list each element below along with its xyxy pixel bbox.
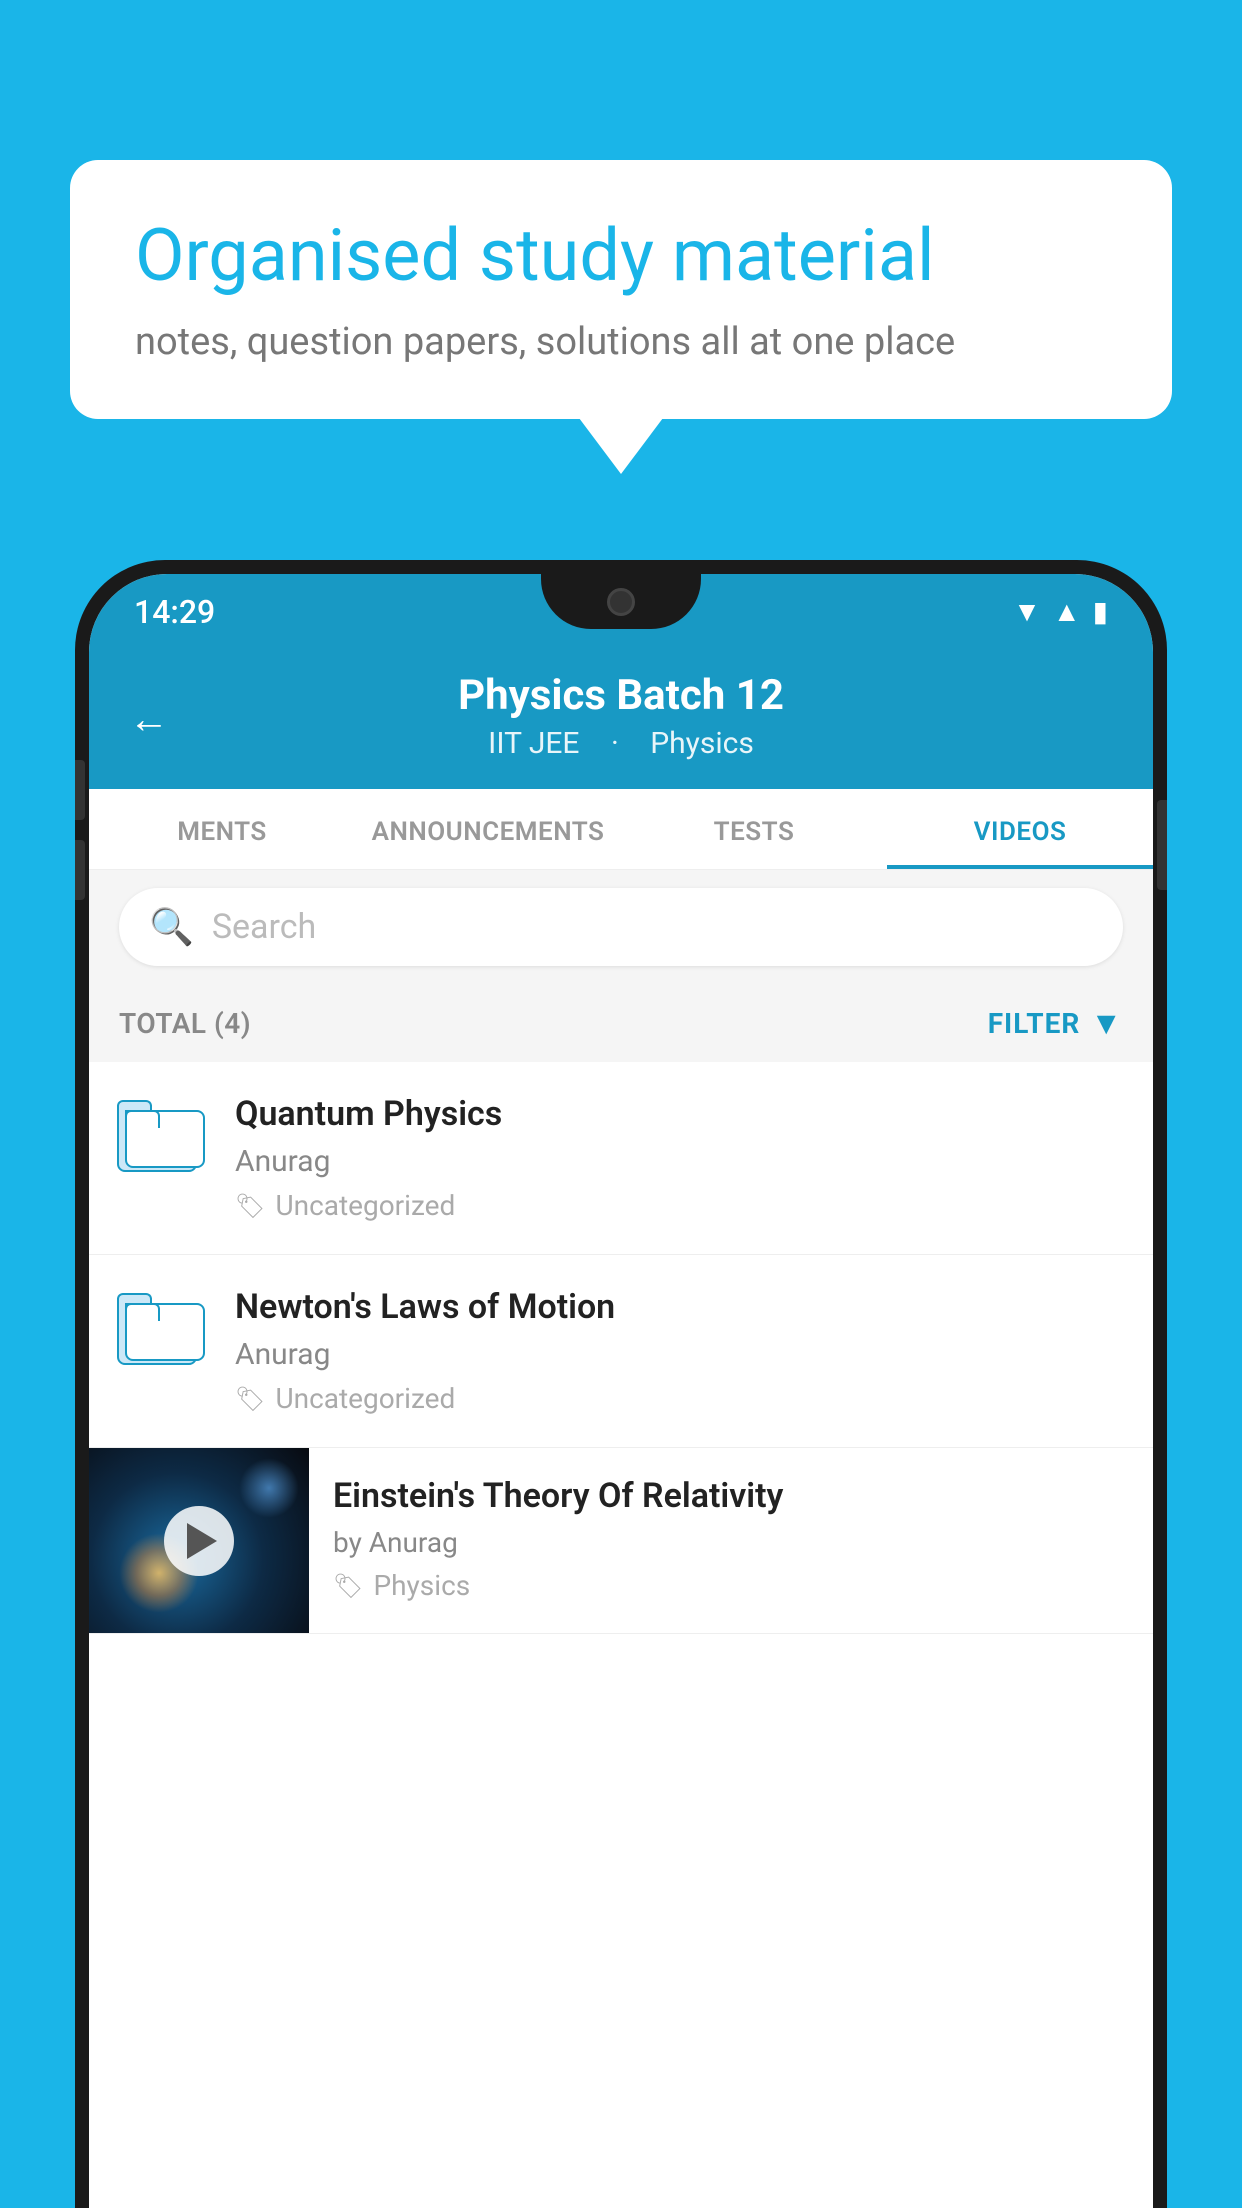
play-icon — [187, 1523, 217, 1559]
video-tag: 🏷 Uncategorized — [235, 1189, 1125, 1222]
tab-tests[interactable]: TESTS — [621, 789, 887, 869]
camera — [607, 588, 635, 616]
video-title: Newton's Laws of Motion — [235, 1287, 1125, 1327]
list-item[interactable]: Quantum Physics Anurag 🏷 Uncategorized — [89, 1062, 1153, 1255]
video-info: Einstein's Theory Of Relativity by Anura… — [309, 1448, 1153, 1630]
video-tag: 🏷 Physics — [333, 1569, 1129, 1602]
search-icon: 🔍 — [149, 906, 194, 948]
wifi-icon: ▼ — [1013, 595, 1041, 628]
vol-up-button[interactable] — [75, 760, 85, 820]
filter-button[interactable]: FILTER ▼ — [988, 1004, 1123, 1042]
video-title: Quantum Physics — [235, 1094, 1125, 1134]
thumb-stars — [239, 1458, 299, 1518]
subtitle-part1: IIT JEE — [488, 726, 579, 761]
speech-bubble: Organised study material notes, question… — [70, 160, 1172, 419]
folder-tab2 — [125, 1303, 160, 1321]
folder-icon — [117, 1094, 207, 1172]
search-input-wrap[interactable]: 🔍 Search — [119, 888, 1123, 966]
notch — [541, 574, 701, 629]
search-bar-container: 🔍 Search — [89, 870, 1153, 984]
subtitle-separator: · — [611, 726, 626, 761]
tag-icon: 🏷 — [333, 1572, 363, 1600]
phone-screen: 14:29 ▼ ▲ ▮ ← Physics Batch 12 IIT JEE ·… — [89, 574, 1153, 2208]
subtitle-part2: Physics — [650, 726, 754, 761]
phone-frame: 14:29 ▼ ▲ ▮ ← Physics Batch 12 IIT JEE ·… — [75, 560, 1167, 2208]
tag-icon: 🏷 — [235, 1385, 265, 1413]
list-item[interactable]: Newton's Laws of Motion Anurag 🏷 Uncateg… — [89, 1255, 1153, 1448]
video-title: Einstein's Theory Of Relativity — [333, 1476, 1129, 1516]
video-list: Quantum Physics Anurag 🏷 Uncategorized — [89, 1062, 1153, 1634]
back-button[interactable]: ← — [129, 696, 169, 743]
total-count: TOTAL (4) — [119, 1007, 251, 1040]
filter-label: FILTER — [988, 1007, 1081, 1040]
tag-text: Physics — [373, 1569, 470, 1602]
list-item[interactable]: Einstein's Theory Of Relativity by Anura… — [89, 1448, 1153, 1634]
tab-bar: MENTS ANNOUNCEMENTS TESTS VIDEOS — [89, 789, 1153, 870]
search-placeholder: Search — [212, 907, 316, 947]
video-tag: 🏷 Uncategorized — [235, 1382, 1125, 1415]
video-thumbnail — [89, 1448, 309, 1633]
status-icons: ▼ ▲ ▮ — [1013, 595, 1108, 628]
tab-announcements[interactable]: ANNOUNCEMENTS — [355, 789, 621, 869]
tag-text: Uncategorized — [275, 1382, 455, 1415]
video-author: by Anurag — [333, 1526, 1129, 1559]
tab-videos[interactable]: VIDEOS — [887, 789, 1153, 869]
folder-icon — [117, 1287, 207, 1365]
folder-tab2 — [125, 1110, 160, 1128]
vol-down-button[interactable] — [75, 840, 85, 900]
play-button[interactable] — [164, 1506, 234, 1576]
video-author: Anurag — [235, 1144, 1125, 1179]
status-time: 14:29 — [134, 593, 215, 631]
battery-icon: ▮ — [1093, 595, 1108, 628]
tag-icon: 🏷 — [235, 1192, 265, 1220]
app-header: ← Physics Batch 12 IIT JEE · Physics — [89, 649, 1153, 789]
bubble-title: Organised study material — [135, 215, 1107, 298]
signal-icon: ▲ — [1053, 595, 1081, 628]
video-author: Anurag — [235, 1337, 1125, 1372]
header-title: Physics Batch 12 — [129, 671, 1113, 720]
filter-icon: ▼ — [1090, 1004, 1123, 1042]
video-info: Quantum Physics Anurag 🏷 Uncategorized — [235, 1094, 1125, 1222]
bubble-subtitle: notes, question papers, solutions all at… — [135, 320, 1107, 364]
tab-ments[interactable]: MENTS — [89, 789, 355, 869]
tag-text: Uncategorized — [275, 1189, 455, 1222]
video-info: Newton's Laws of Motion Anurag 🏷 Uncateg… — [235, 1287, 1125, 1415]
power-button[interactable] — [1157, 800, 1167, 890]
filter-bar: TOTAL (4) FILTER ▼ — [89, 984, 1153, 1062]
header-subtitle: IIT JEE · Physics — [129, 726, 1113, 761]
